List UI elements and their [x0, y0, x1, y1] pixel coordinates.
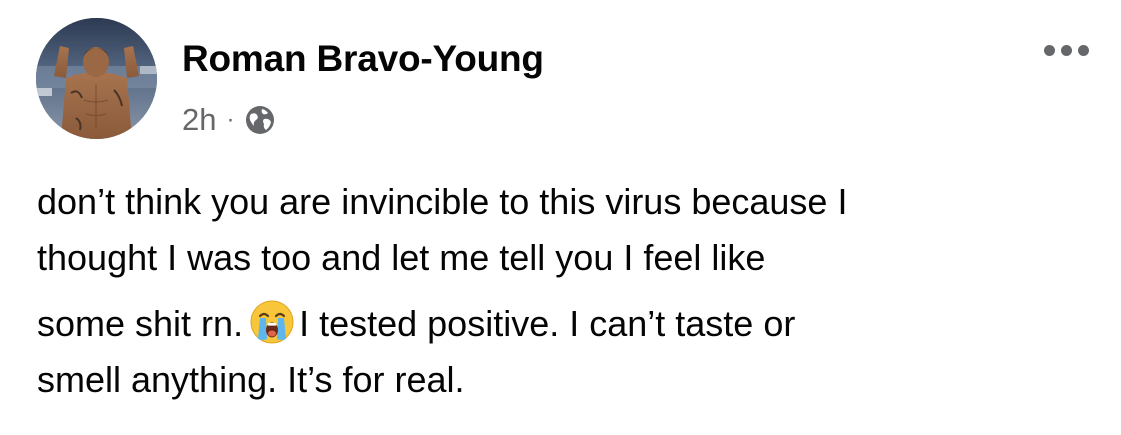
- post-text-segment: some shit rn.: [37, 303, 244, 344]
- avatar[interactable]: [36, 18, 157, 139]
- facebook-post: Roman Bravo-Young 2h · don’t think you a…: [0, 0, 1121, 435]
- post-text-line: don’t think you are invincible to this v…: [37, 181, 848, 222]
- profile-photo: [36, 18, 157, 139]
- timestamp[interactable]: 2h: [182, 102, 216, 138]
- post-text: don’t think you are invincible to this v…: [37, 174, 1097, 408]
- more-horizontal-icon-dot: [1077, 44, 1089, 56]
- globe-icon[interactable]: [244, 104, 276, 136]
- loudly-crying-face-emoji: [250, 300, 294, 344]
- more-horizontal-icon-dot: [1060, 44, 1072, 56]
- post-text-line: some shit rn. I tested positive. I can’t…: [37, 296, 1097, 352]
- more-horizontal-icon-dot: [1043, 44, 1055, 56]
- post-text-line: thought I was too and let me tell you I …: [37, 237, 766, 278]
- post-text-segment: I tested positive. I can’t taste or: [299, 303, 796, 344]
- post-meta: 2h ·: [182, 100, 276, 140]
- more-options-button[interactable]: [1036, 36, 1096, 64]
- author-name[interactable]: Roman Bravo-Young: [182, 38, 544, 80]
- post-text-line: smell anything. It’s for real.: [37, 359, 465, 400]
- meta-separator: ·: [226, 106, 235, 133]
